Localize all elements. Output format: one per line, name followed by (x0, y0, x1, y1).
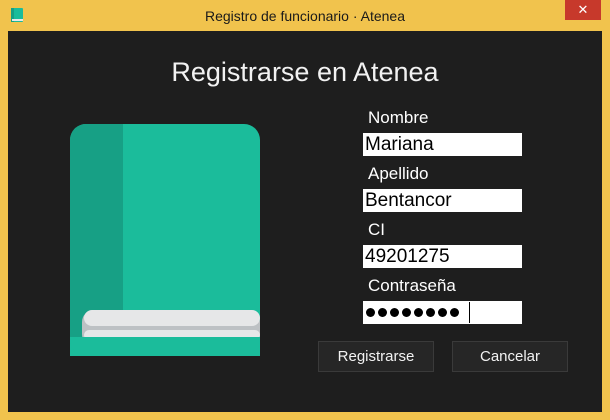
password-dot (438, 308, 447, 317)
password-dot (366, 308, 375, 317)
close-icon: ✕ (577, 2, 589, 17)
password-dot (414, 308, 423, 317)
text-caret (469, 302, 470, 323)
ci-label: CI (368, 220, 385, 239)
password-dot (390, 308, 399, 317)
apellido-label: Apellido (368, 164, 429, 183)
password-dot (402, 308, 411, 317)
password-mask (366, 306, 462, 319)
form-panel: Registrarse en Atenea Nombre Apellido CI… (8, 31, 602, 412)
register-button[interactable]: Registrarse (318, 341, 434, 372)
password-dot (426, 308, 435, 317)
apellido-input[interactable] (363, 189, 522, 212)
book-illustration (70, 124, 260, 356)
nombre-input[interactable] (363, 133, 522, 156)
app-window: Registro de funcionario · Atenea ✕ Regis… (0, 0, 610, 420)
password-label: Contraseña (368, 276, 456, 295)
window-title: Registro de funcionario · Atenea (204, 8, 405, 24)
page-title: Registrarse en Atenea (171, 57, 439, 87)
cancel-button[interactable]: Cancelar (452, 341, 568, 372)
password-dot (450, 308, 459, 317)
nombre-label: Nombre (368, 108, 429, 127)
close-button[interactable]: ✕ (565, 0, 601, 20)
password-dot (378, 308, 387, 317)
title-bar[interactable]: Registro de funcionario · Atenea ✕ (0, 0, 610, 32)
password-input[interactable] (363, 301, 522, 324)
ci-input[interactable] (363, 245, 522, 268)
